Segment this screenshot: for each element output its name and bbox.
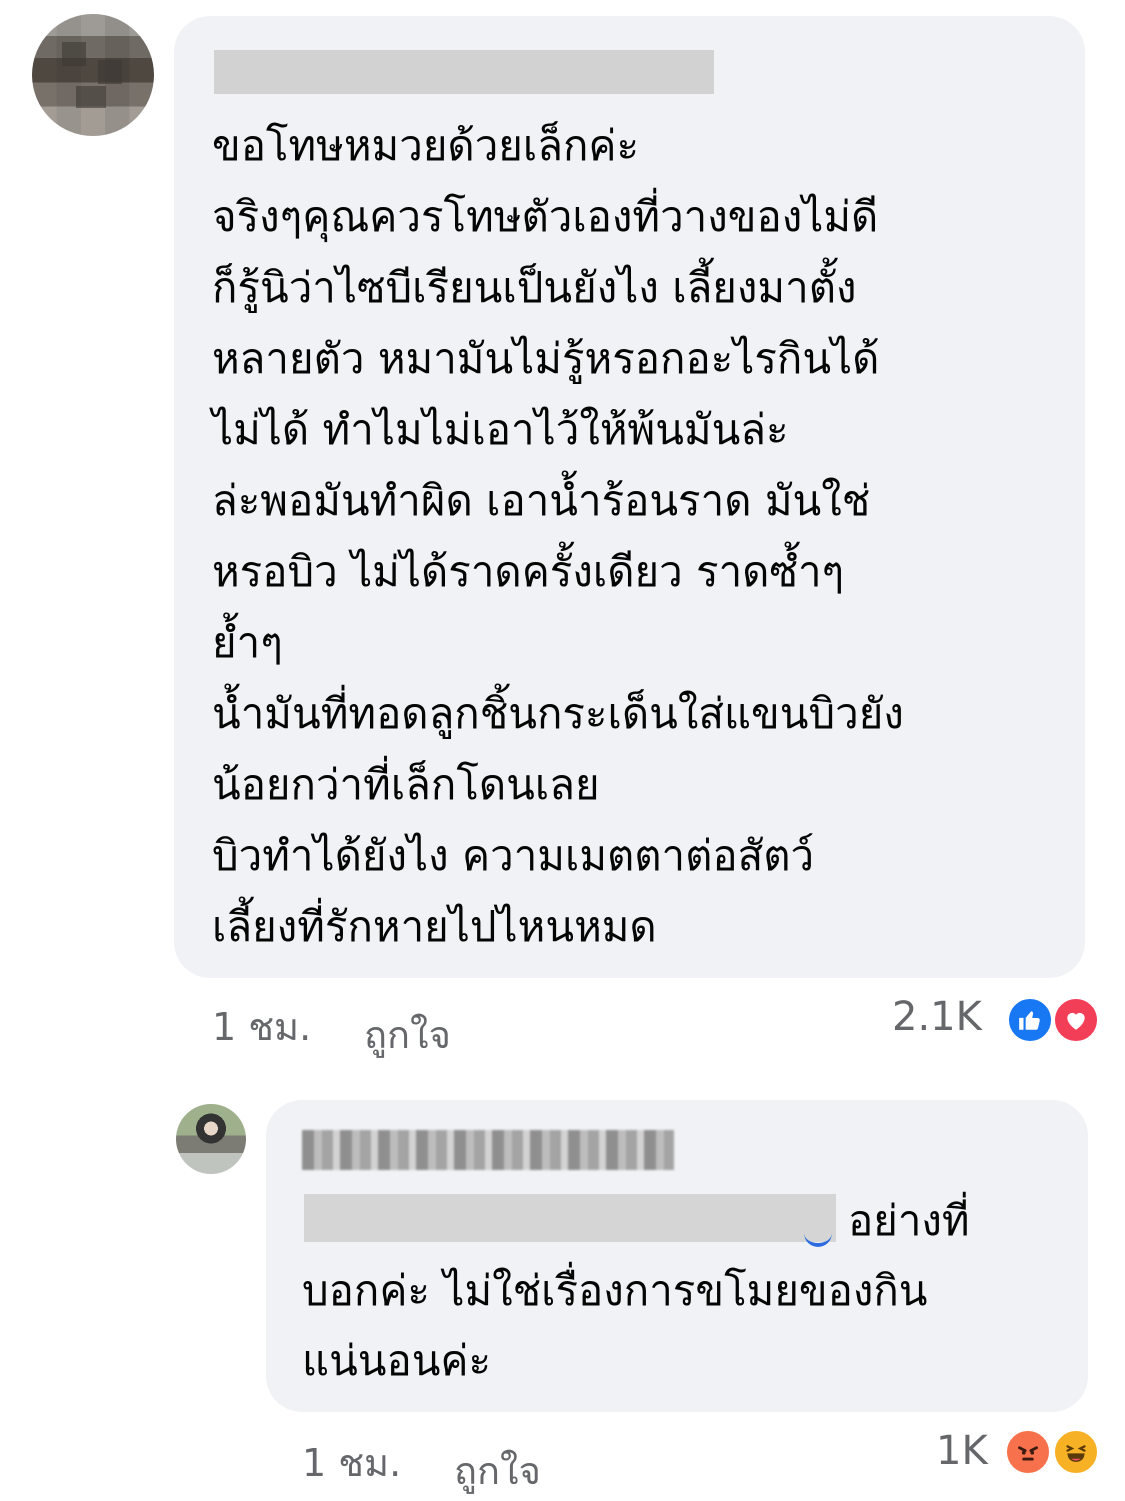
reply-like-button[interactable]: ถูกใจ xyxy=(454,1440,541,1501)
comment-text: ขอโทษหมวยด้วยเล็กค่ะ จริงๆคุณควรโทษตัวเอ… xyxy=(212,121,904,951)
reply-reaction-count[interactable]: 1K xyxy=(936,1428,988,1474)
comment-like-button[interactable]: ถูกใจ xyxy=(364,1004,451,1065)
replier-name-redacted[interactable] xyxy=(302,1130,674,1170)
angry-icon xyxy=(1004,1428,1052,1476)
love-icon xyxy=(1052,996,1100,1044)
commenter-avatar[interactable] xyxy=(32,14,154,136)
reply-text-line1: อย่างที่ xyxy=(848,1196,970,1245)
haha-icon xyxy=(1052,1428,1100,1476)
comment-reaction-count[interactable]: 2.1K xyxy=(892,994,982,1040)
replier-avatar[interactable] xyxy=(176,1104,246,1174)
comment-timestamp[interactable]: 1 ชม. xyxy=(212,996,311,1057)
like-icon xyxy=(1006,996,1054,1044)
reply-text-rest: บอกค่ะ ไม่ใช่เรื่องการขโมยของกิน แน่นอนค… xyxy=(302,1266,928,1385)
commenter-name-redacted[interactable] xyxy=(214,50,714,94)
reply-timestamp[interactable]: 1 ชม. xyxy=(302,1432,401,1493)
reply-text: อย่างที่บอกค่ะ ไม่ใช่เรื่องการขโมยของกิน… xyxy=(302,1186,1062,1396)
